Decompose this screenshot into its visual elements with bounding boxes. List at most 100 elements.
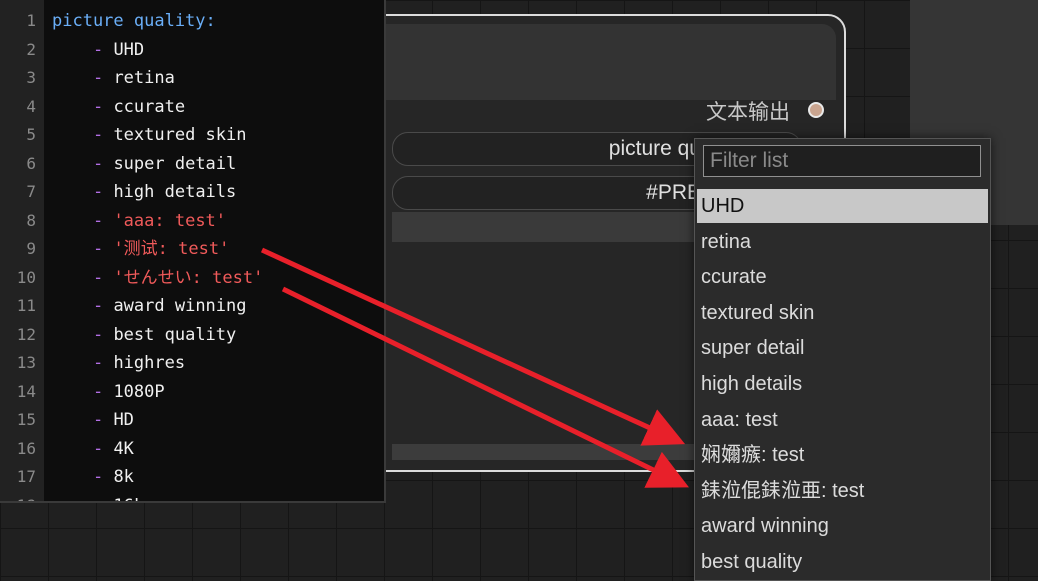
code-line[interactable]: 9 - '测试: test' (0, 235, 384, 263)
line-number: 4 (26, 96, 36, 116)
node-content-band (392, 212, 702, 242)
yaml-value: textured skin (113, 125, 247, 145)
line-number: 17 (16, 467, 36, 486)
yaml-dash: - (92, 210, 114, 231)
menu-item[interactable]: best quality (697, 545, 988, 579)
code-line[interactable]: 8 - 'aaa: test' (0, 207, 384, 235)
code-line[interactable]: 17 - 8k (0, 463, 384, 491)
yaml-string: '测试: test' (113, 239, 230, 259)
yaml-dash: - (92, 153, 114, 174)
yaml-value: UHD (113, 39, 145, 60)
yaml-dash: - (92, 239, 114, 259)
yaml-value: 1080P (113, 381, 165, 402)
yaml-dash: - (92, 467, 114, 487)
menu-item[interactable]: super detail (697, 331, 988, 365)
code-line[interactable]: 11 - award winning (0, 292, 384, 320)
code-line[interactable]: 10 - 'せんせい: test' (0, 264, 384, 292)
line-number: 2 (26, 39, 36, 59)
code-line[interactable]: 6 - super detail (0, 150, 384, 178)
line-number: 8 (26, 210, 36, 230)
yaml-value: super detail (113, 153, 237, 174)
menu-item[interactable]: retina (697, 225, 988, 259)
yaml-value: highres (113, 353, 186, 373)
code-text: - textured skin (52, 121, 247, 149)
menu-item[interactable]: ccurate (697, 260, 988, 294)
code-text: - 'aaa: test' (52, 207, 226, 235)
menu-item[interactable]: textured skin (697, 296, 988, 330)
line-number: 10 (16, 267, 36, 287)
yaml-dash: - (93, 496, 113, 502)
line-number: 12 (16, 324, 36, 344)
yaml-value: 8k (113, 467, 134, 487)
code-line[interactable]: 7 - high details (0, 178, 384, 206)
code-line[interactable]: 5 - textured skin (0, 121, 384, 149)
menu-item[interactable]: 銇涖倱銇涖亜: test (697, 474, 988, 508)
code-text: - highres (52, 349, 185, 377)
output-slot-dot[interactable] (808, 102, 824, 118)
yaml-value: HD (113, 410, 134, 430)
code-text: - best quality (52, 321, 236, 349)
line-number: 13 (16, 353, 36, 372)
yaml-dash: - (92, 96, 114, 117)
code-text: - super detail (52, 150, 236, 178)
yaml-value: best quality (113, 324, 237, 345)
line-number: 16 (16, 438, 36, 458)
menu-item[interactable]: UHD (697, 189, 988, 223)
node-footer-bar (392, 444, 702, 460)
line-number: 3 (26, 68, 36, 87)
yaml-dash: - (92, 296, 114, 316)
code-line[interactable]: 4 - ccurate (0, 93, 384, 121)
line-number: 5 (26, 125, 36, 144)
yaml-dash: - (92, 39, 114, 60)
line-number: 1 (26, 11, 36, 30)
code-line[interactable]: 18 - 16k (0, 492, 384, 502)
yaml-value: 4K (113, 438, 134, 459)
code-text: - award winning (52, 292, 247, 320)
code-line[interactable]: 2 - UHD (0, 36, 384, 64)
yaml-value: award winning (113, 296, 247, 316)
yaml-dash: - (92, 381, 114, 402)
yaml-value: 16k (113, 496, 144, 502)
menu-item[interactable]: aaa: test (697, 403, 988, 437)
code-text: - UHD (52, 36, 144, 64)
code-text: - HD (52, 406, 134, 434)
code-line[interactable]: 12 - best quality (0, 321, 384, 349)
code-text: - high details (52, 178, 236, 206)
code-text: - 8k (52, 463, 134, 491)
yaml-dash: - (92, 182, 114, 202)
code-line[interactable]: 16 - 4K (0, 435, 384, 463)
yaml-value: high details (113, 182, 237, 202)
yaml-dash: - (92, 438, 114, 459)
code-text: picture quality: (52, 7, 216, 35)
line-number: 6 (26, 153, 36, 173)
line-number: 7 (26, 182, 36, 201)
node-title-bar[interactable] (362, 24, 836, 100)
code-line[interactable]: 13 - highres (0, 349, 384, 377)
yaml-value: ccurate (113, 96, 186, 117)
code-text: - 'せんせい: test' (52, 264, 263, 292)
menu-item[interactable]: 娴嬭瘯: test (697, 438, 988, 472)
yaml-dash: - (92, 267, 114, 288)
yaml-editor[interactable]: 1 picture quality: 2 - UHD 3 - retina 4 - cc… (0, 0, 386, 503)
code-text: - 16k (52, 492, 144, 502)
code-text: - ccurate (52, 93, 185, 121)
line-number: 14 (16, 381, 36, 401)
yaml-key: picture quality: (52, 11, 216, 31)
menu-item[interactable]: high details (697, 367, 988, 401)
code-text: - '测试: test' (52, 235, 229, 263)
code-line[interactable]: 14 - 1080P (0, 378, 384, 406)
menu-item[interactable]: award winning (697, 509, 988, 543)
dropdown-menu[interactable]: UHDretinaccuratetextured skinsuper detai… (694, 138, 991, 581)
code-line[interactable]: 15 - HD (0, 406, 384, 434)
yaml-dash: - (92, 410, 114, 430)
yaml-string: 'aaa: test' (113, 210, 227, 231)
code-line[interactable]: 1 picture quality: (0, 7, 384, 35)
code-line[interactable]: 3 - retina (0, 64, 384, 92)
filter-list-input[interactable] (703, 145, 981, 177)
yaml-dash: - (92, 68, 114, 88)
code-text: - 4K (52, 435, 134, 463)
code-text: - 1080P (52, 378, 165, 406)
output-label: 文本输出 (706, 101, 790, 124)
code-text: - retina (52, 64, 175, 92)
yaml-dash: - (92, 353, 114, 373)
